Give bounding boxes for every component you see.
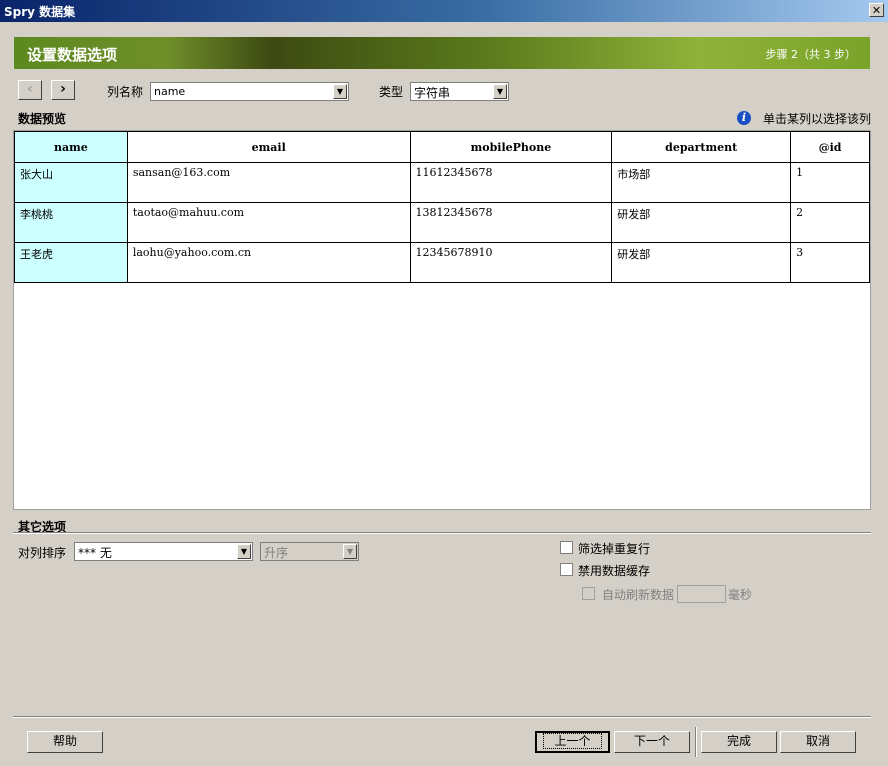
table-cell[interactable]: 市场部 [611,162,792,203]
data-preview-grid: name email mobilePhone department @id 张大… [13,130,871,510]
table-cell[interactable]: 研发部 [611,242,792,283]
column-name-label: 列名称 [107,85,144,99]
sort-order-value: 升序 [264,546,289,560]
type-value: 字符串 [414,86,451,100]
chevron-down-icon: ▼ [237,544,251,559]
table-cell[interactable]: 3 [790,242,870,283]
next-button[interactable]: 下一个 [614,731,690,753]
column-name-select[interactable]: name ▼ [150,82,349,101]
help-button-label: 帮助 [52,734,77,748]
chevron-down-icon: ▼ [343,544,357,559]
table-cell[interactable]: laohu@yahoo.com.cn [126,242,411,283]
table-cell[interactable]: 李桃桃 [14,202,128,243]
table-cell[interactable]: 11612345678 [409,162,613,203]
table-row: 张大山 sansan@163.com 11612345678 市场部 1 [14,162,870,203]
sort-column-value: *** 无 [78,546,112,560]
column-header-email[interactable]: email [126,131,411,163]
column-header-name[interactable]: name [14,131,128,163]
preview-table: name email mobilePhone department @id 张大… [14,131,870,283]
sort-order-select[interactable]: 升序 ▼ [260,542,359,561]
cancel-button-label: 取消 [805,734,830,748]
ms-label: 毫秒 [728,588,753,602]
back-button[interactable]: 上一个 [535,731,610,753]
table-cell[interactable]: 12345678910 [409,242,613,283]
finish-button[interactable]: 完成 [701,731,777,753]
info-icon: i [737,111,751,125]
step-banner: 设置数据选项 步骤 2（共 3 步） [14,37,870,69]
cancel-button[interactable]: 取消 [780,731,856,753]
button-divider [695,727,697,757]
auto-refresh-label: 自动刷新数据 [602,588,675,602]
window-title: Spry 数据集 [4,5,76,19]
footer-divider [13,716,871,718]
table-cell[interactable]: 13812345678 [409,202,613,243]
sort-label: 对列排序 [18,546,67,560]
table-cell[interactable]: 2 [790,202,870,243]
column-header-mobilephone[interactable]: mobilePhone [409,131,613,163]
table-cell[interactable]: 研发部 [611,202,792,243]
banner-heading: 设置数据选项 [27,46,118,64]
column-header-department[interactable]: department [611,131,792,163]
table-cell[interactable]: 王老虎 [14,242,128,283]
chevron-down-icon: ▼ [493,84,507,99]
title-bar: Spry 数据集 ✕ [0,0,888,22]
filter-duplicates-checkbox[interactable] [560,541,573,554]
next-column-button[interactable]: › [51,80,75,100]
column-name-value: name [154,85,186,98]
disable-cache-label: 禁用数据缓存 [578,564,651,578]
preview-title: 数据预览 [18,112,67,126]
disable-cache-checkbox[interactable] [560,563,573,576]
table-cell[interactable]: taotao@mahuu.com [126,202,411,243]
finish-button-label: 完成 [726,734,751,748]
table-cell[interactable]: 1 [790,162,870,203]
table-cell[interactable]: sansan@163.com [126,162,411,203]
filter-duplicates-label: 筛选掉重复行 [578,542,651,556]
back-button-label: 上一个 [543,733,602,749]
prev-column-button[interactable]: ‹ [18,80,42,100]
close-icon[interactable]: ✕ [869,3,884,17]
divider [13,532,871,534]
preview-hint: 单击某列以选择该列 [763,112,872,126]
help-button[interactable]: 帮助 [27,731,103,753]
refresh-interval-input[interactable] [677,585,726,603]
table-row: 王老虎 laohu@yahoo.com.cn 12345678910 研发部 3 [14,242,870,283]
next-button-label: 下一个 [633,734,670,748]
auto-refresh-checkbox[interactable] [582,587,595,600]
type-label: 类型 [379,85,404,99]
type-select[interactable]: 字符串 ▼ [410,82,509,101]
chevron-down-icon: ▼ [333,84,347,99]
table-header-row: name email mobilePhone department @id [14,131,870,163]
sort-column-select[interactable]: *** 无 ▼ [74,542,253,561]
column-header-id[interactable]: @id [790,131,870,163]
table-cell[interactable]: 张大山 [14,162,128,203]
table-row: 李桃桃 taotao@mahuu.com 13812345678 研发部 2 [14,202,870,243]
step-indicator: 步骤 2（共 3 步） [765,48,857,61]
